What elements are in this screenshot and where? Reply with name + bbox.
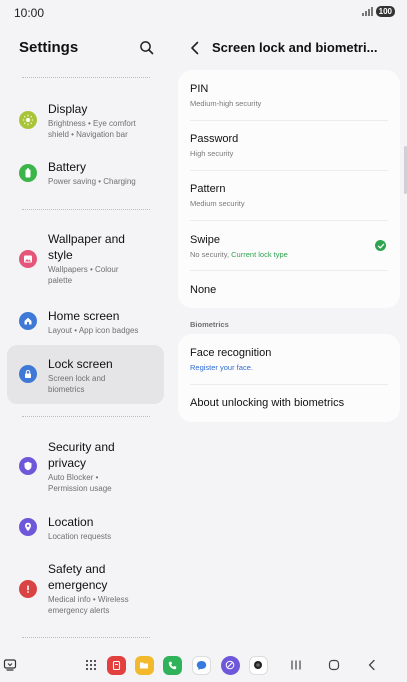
screen-cast-icon[interactable] [0,655,20,675]
status-bar: 10:00 100 [0,0,407,26]
menu-item-title: Home screen [48,309,120,323]
lock-option-subtitle: Medium security [190,199,245,208]
divider [190,220,388,221]
menu-item-subtitle: Brightness • Eye comfort shield • Navigat… [48,119,136,139]
lock-option-title: Password [190,133,239,145]
menu-item-lock-screen[interactable]: Lock screen Screen lock and biometrics [7,345,164,404]
menu-item-subtitle: Layout • App icon badges [48,326,139,335]
status-time: 10:00 [14,6,45,20]
lock-option-swipe[interactable]: Swipe No security, Current lock type [178,220,400,270]
biometric-option-title: About unlocking with biometrics [190,397,345,409]
lock-option-subtitle: Medium-high security [190,99,262,108]
menu-item-wallpaper-and-style[interactable]: Wallpaper and style Wallpapers • Colour pa… [7,226,164,296]
lock-option-subtitle: High security [190,149,234,158]
menu-item-safety-and-emergency[interactable]: Safety and emergency Medical info • Wirel… [7,556,164,626]
menu-item-subtitle: Medical info • Wireless emergency alerts [48,595,129,615]
alert-icon [19,580,37,598]
divider [190,170,388,171]
apps-grid-icon[interactable] [81,655,101,675]
section-header-biometrics: Biometrics [190,320,229,329]
divider [190,270,388,271]
lock-option-title: Swipe [190,234,220,246]
battery-indicator: 100 [375,6,395,17]
notes-app-icon[interactable] [106,655,126,675]
menu-item-subtitle: Power saving • Charging [48,177,136,186]
divider [190,384,388,385]
phone-app-icon[interactable] [162,655,182,675]
settings-list-pane: Settings Display Brightness • Eye comfor… [0,26,172,650]
divider [22,209,150,210]
battery-icon [19,164,37,182]
signal-icon [361,7,373,16]
menu-item-display[interactable]: Display Brightness • Eye comfort shield •… [7,93,164,149]
register-face-link[interactable]: Register your face. [190,363,253,372]
menu-item-subtitle: Screen lock and biometrics [48,374,106,394]
lock-option-pin[interactable]: PIN Medium-high security [178,70,400,120]
sun-icon [19,111,37,129]
menu-item-title: Safety and emergency [48,562,108,592]
messages-app-icon[interactable] [191,655,211,675]
detail-header: Screen lock and biometri... [178,26,407,70]
menu-item-title: Battery [48,160,87,174]
biometric-option-title: Face recognition [190,347,272,359]
lock-option-subtitle: No security, Current lock type [190,250,288,259]
face-recognition-item[interactable]: Face recognition Register your face. [178,334,400,384]
menu-item-title: Lock screen [48,357,113,371]
biometrics-card: Face recognition Register your face. Abo… [178,334,400,422]
image-icon [19,250,37,268]
internet-browser-app-icon[interactable] [220,655,240,675]
menu-item-security-and-privacy[interactable]: Security and privacy Auto Blocker • Permis… [7,432,164,502]
lock-option-password[interactable]: Password High security [178,120,400,170]
lock-option-pattern[interactable]: Pattern Medium security [178,170,400,220]
back-arrow-icon[interactable] [188,40,202,56]
back-button-icon[interactable] [362,655,382,675]
lock-option-none[interactable]: None [178,270,400,308]
menu-item-home-screen[interactable]: Home screen Layout • App icon badges [7,302,164,342]
my-files-app-icon[interactable] [134,655,154,675]
location-pin-icon [19,518,37,536]
menu-item-title: Security and privacy [48,440,115,470]
page-title: Screen lock and biometri... [212,40,378,55]
navigation-bar [0,648,407,682]
menu-item-subtitle: Location requests [48,532,112,541]
checkmark-icon [375,240,386,251]
divider [22,77,150,78]
lock-icon [19,365,37,383]
about-biometrics-item[interactable]: About unlocking with biometrics [178,384,400,422]
menu-item-location[interactable]: Location Location requests [7,508,164,548]
current-lock-type-label: Current lock type [231,250,288,259]
camera-app-icon[interactable] [248,655,268,675]
status-indicators: 100 [361,6,395,17]
menu-item-title: Wallpaper and style [48,232,125,262]
menu-item-subtitle: Auto Blocker • Permission usage [48,473,112,493]
menu-item-title: Location [48,515,94,529]
divider [22,637,150,638]
search-icon[interactable] [137,38,157,58]
lock-option-title: None [190,284,217,296]
recent-apps-icon[interactable] [286,655,306,675]
menu-item-subtitle: Wallpapers • Colour palette [48,265,119,285]
divider [190,120,388,121]
home-icon [19,312,37,330]
settings-title: Settings [19,39,79,56]
screen-lock-type-card: PIN Medium-high security Password High s… [178,70,400,308]
home-button-icon[interactable] [324,655,344,675]
shield-icon [19,457,37,475]
lock-option-title: Pattern [190,183,226,195]
menu-item-title: Display [48,102,88,116]
menu-item-battery[interactable]: Battery Power saving • Charging [7,154,164,194]
divider [22,416,150,417]
lock-option-title: PIN [190,83,209,95]
